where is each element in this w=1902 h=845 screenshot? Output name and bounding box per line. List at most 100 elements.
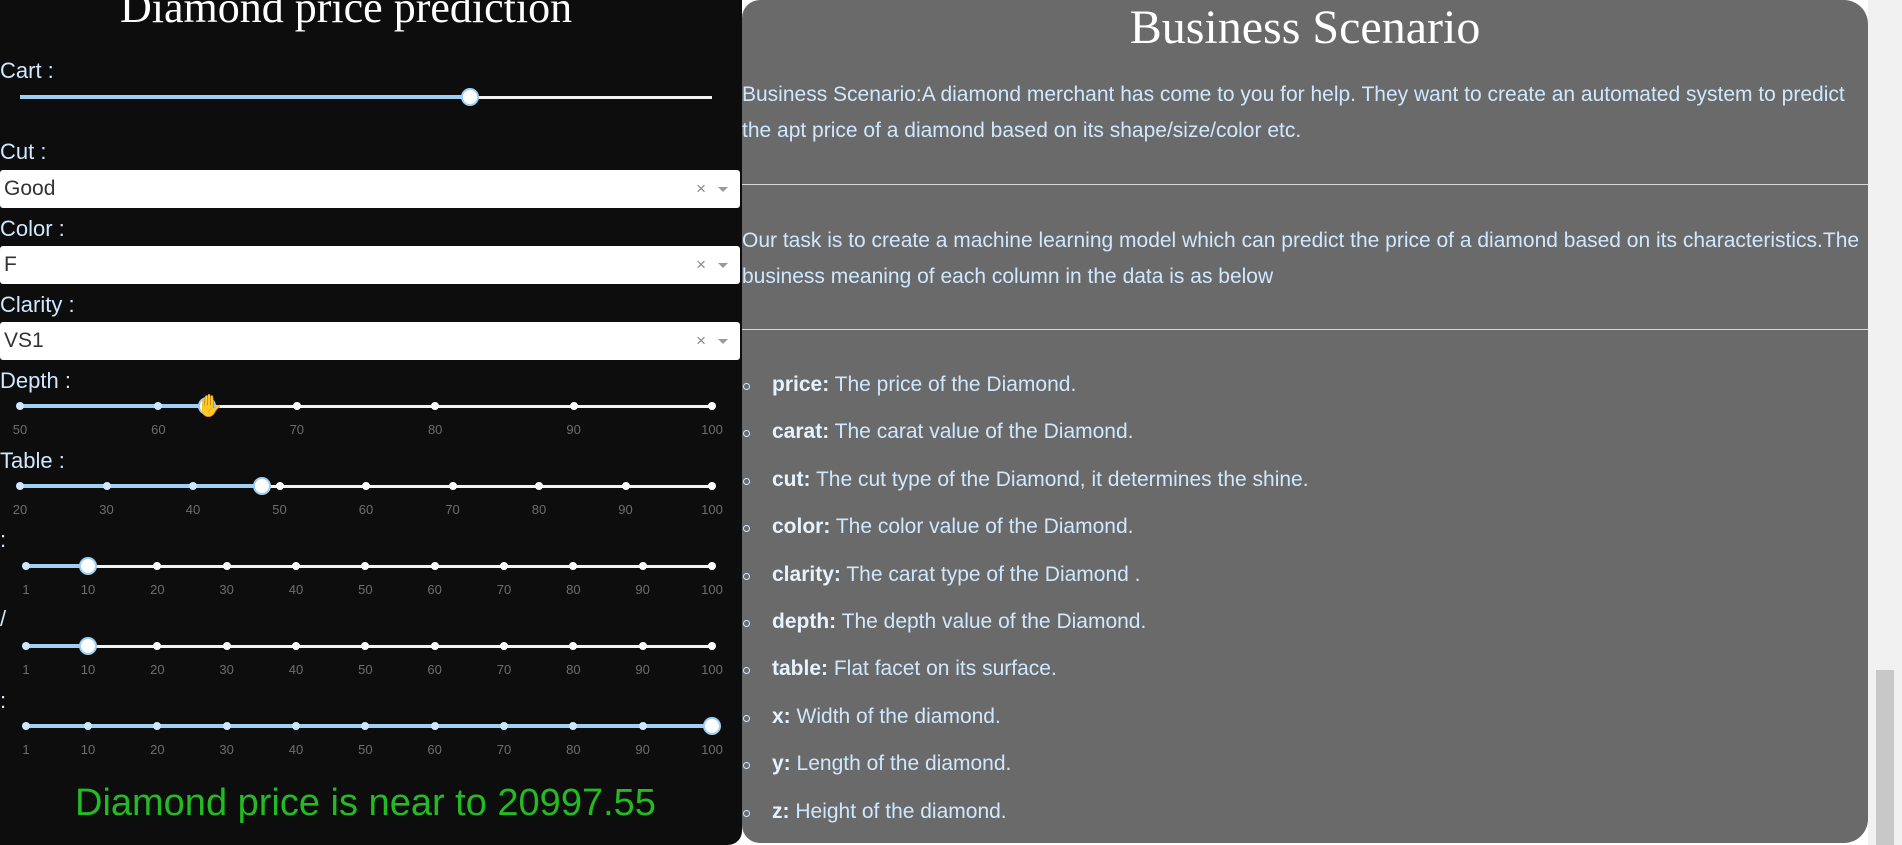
slider-dot[interactable] (153, 562, 162, 570)
slider-dot[interactable] (500, 722, 508, 730)
feature-key: y: (772, 752, 791, 776)
clear-icon[interactable]: × (696, 255, 706, 275)
slider-dot[interactable] (22, 642, 30, 650)
slider-mark-label: 60 (427, 662, 442, 677)
slider-dot[interactable] (569, 402, 578, 410)
slider-dot[interactable] (222, 562, 231, 570)
slider-dot[interactable] (535, 482, 543, 490)
slider-dot[interactable] (292, 722, 300, 730)
feature-description: The carat value of the Diamond. (834, 420, 1134, 444)
slider-mark-label: 40 (288, 742, 304, 757)
clear-icon[interactable]: × (696, 331, 706, 351)
slider-dot[interactable] (569, 642, 578, 650)
feature-key: z: (772, 799, 790, 823)
slider-dot[interactable] (430, 562, 439, 570)
feature-description: Height of the diamond. (795, 799, 1007, 823)
divider (742, 329, 1868, 330)
slider-dot[interactable] (430, 722, 439, 730)
slider-dot[interactable] (102, 482, 111, 490)
bullet-icon (743, 383, 750, 390)
slider-mark-label: 20 (150, 742, 165, 757)
slider-dot[interactable] (189, 482, 197, 490)
feature-text: table: Flat facet on its surface. (772, 657, 1057, 681)
slider-dot[interactable] (569, 722, 578, 730)
feature-description: The depth value of the Diamond. (841, 610, 1147, 633)
chevron-down-icon[interactable] (718, 339, 728, 344)
slider-dot[interactable] (569, 562, 578, 570)
slider-dot[interactable] (361, 642, 370, 650)
bullet-icon (743, 430, 750, 438)
prediction-panel: Diamond price prediction Cart : Cut : Go… (0, 0, 742, 845)
slider-handle[interactable] (79, 637, 97, 655)
x-slider[interactable]: 1 10 20 30 40 50 60 70 80 90 100 (0, 557, 742, 606)
slider-handle[interactable] (253, 477, 272, 495)
slider-mark-label: 70 (445, 502, 460, 517)
slider-dot[interactable] (16, 482, 24, 490)
page-title: Diamond price prediction (120, 0, 573, 32)
slider-dot[interactable] (292, 402, 301, 410)
slider-handle[interactable] (79, 557, 97, 575)
table-slider[interactable]: 20 30 40 50 60 70 80 90 100 (0, 477, 742, 526)
color-dropdown[interactable]: F × (0, 246, 740, 284)
clarity-dropdown[interactable]: VS1 × (0, 322, 740, 360)
slider-dot[interactable] (621, 482, 630, 490)
slider-handle[interactable] (460, 88, 479, 106)
cart-slider[interactable] (0, 88, 742, 137)
feature-text: z: Height of the diamond. (772, 800, 1007, 824)
slider-dot[interactable] (362, 482, 370, 490)
slider-dot[interactable] (222, 722, 231, 730)
slider-dot[interactable] (638, 642, 647, 650)
slider-dot[interactable] (708, 482, 716, 490)
slider-dot[interactable] (361, 722, 370, 730)
feature-key: cut: (772, 467, 811, 491)
slider-dot[interactable] (430, 642, 439, 650)
slider-dot[interactable] (292, 642, 300, 650)
slider-mark-label: 100 (701, 582, 723, 597)
feature-key: clarity: (772, 562, 841, 586)
slider-dot[interactable] (448, 482, 457, 490)
slider-mark-label: 100 (701, 662, 723, 677)
slider-mark-label: 90 (635, 662, 650, 677)
slider-dot[interactable] (708, 562, 716, 570)
slider-dot[interactable] (275, 482, 284, 490)
slider-dot[interactable] (500, 562, 508, 570)
slider-mark-label: 70 (496, 662, 512, 677)
clarity-selected-value: VS1 (4, 329, 44, 352)
z-slider[interactable]: 1 10 20 30 40 50 60 70 80 90 100 (0, 717, 742, 766)
scrollbar-thumb[interactable] (1876, 670, 1894, 845)
cut-dropdown[interactable]: Good × (0, 170, 740, 208)
y-slider[interactable]: 1 10 20 30 40 50 60 70 80 90 100 (0, 637, 742, 686)
slider-dot[interactable] (154, 402, 163, 410)
slider-dot[interactable] (500, 642, 508, 650)
slider-dot[interactable] (22, 562, 30, 570)
slider-mark-label: 100 (701, 422, 723, 437)
clear-icon[interactable]: × (696, 179, 706, 199)
feature-text: price: The price of the Diamond. (772, 373, 1076, 397)
slider-dot[interactable] (708, 402, 716, 410)
slider-dot[interactable] (153, 722, 162, 730)
slider-dot[interactable] (22, 722, 30, 730)
slider-mark-label: 50 (272, 502, 287, 517)
slider-dot[interactable] (222, 642, 231, 650)
slider-mark-label: 40 (288, 582, 304, 597)
slider-mark-label: 70 (496, 742, 512, 757)
chevron-down-icon[interactable] (718, 187, 728, 192)
slider-dot[interactable] (16, 402, 24, 410)
slider-dot[interactable] (638, 562, 647, 570)
slider-handle[interactable] (703, 717, 721, 735)
slider-mark-label: 30 (219, 582, 234, 597)
slider-dot[interactable] (361, 562, 370, 570)
feature-text: cut: The cut type of the Diamond, it det… (772, 468, 1309, 492)
slider-mark-label: 70 (496, 582, 512, 597)
slider-mark-label: 10 (80, 662, 96, 677)
slider-dot[interactable] (708, 642, 716, 650)
color-selected-value: F (4, 253, 17, 276)
slider-dot[interactable] (84, 722, 92, 730)
slider-mark-label: 1 (22, 742, 30, 757)
depth-slider[interactable]: 50 60 70 80 90 100 (0, 397, 742, 446)
slider-dot[interactable] (292, 562, 300, 570)
slider-dot[interactable] (153, 642, 162, 650)
slider-dot[interactable] (431, 402, 440, 410)
slider-dot[interactable] (638, 722, 647, 730)
chevron-down-icon[interactable] (718, 263, 728, 268)
